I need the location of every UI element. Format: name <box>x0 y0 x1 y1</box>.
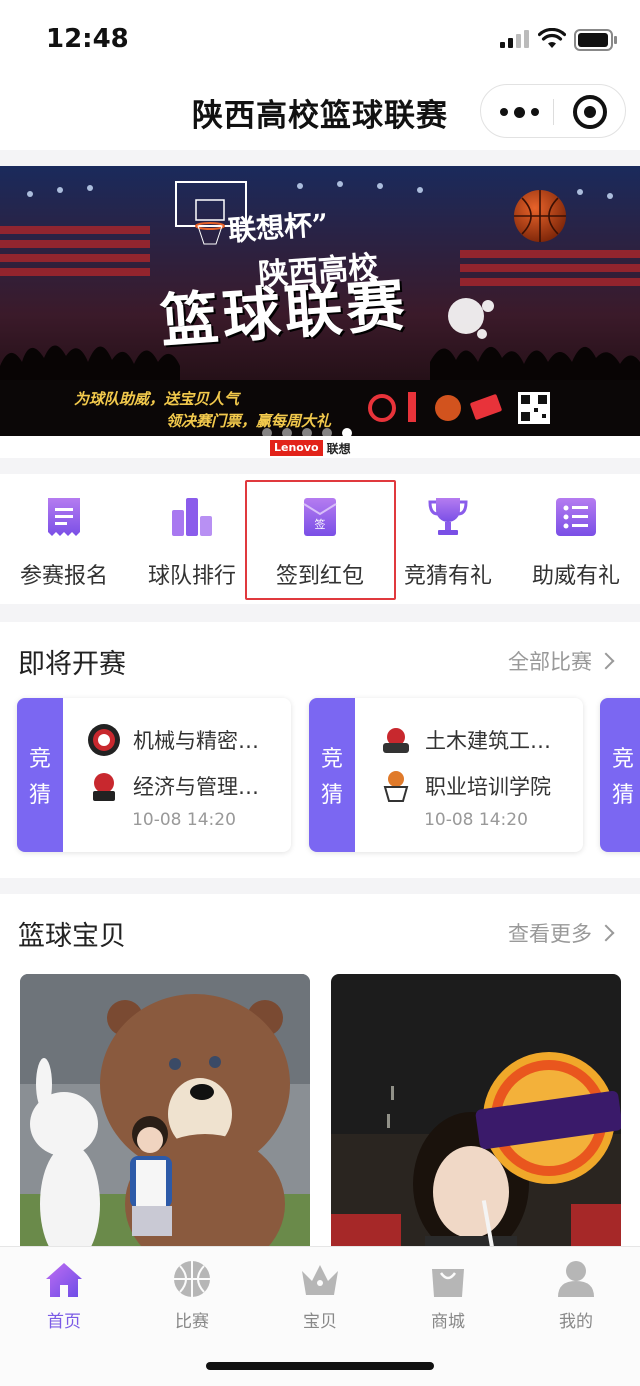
carousel-dot <box>282 428 292 438</box>
view-more-label: 查看更多 <box>508 922 592 946</box>
carousel-dot-active <box>342 428 352 438</box>
status-time: 12:48 <box>46 24 129 54</box>
signal-icon <box>500 30 529 48</box>
guess-button[interactable]: 竞 猜 <box>309 698 355 852</box>
match-card[interactable]: 竞 猜 机械与精密… 经济与管理… 10-08 14:20 <box>17 698 291 852</box>
banner-slogan-1: 为球队助威，送宝贝人气 <box>74 390 240 408</box>
trophy-icon <box>428 498 468 535</box>
all-matches-label: 全部比赛 <box>508 650 592 674</box>
menu-item-checkin-envelope[interactable]: 签 签到红包 <box>256 474 384 604</box>
ranking-icon <box>172 498 212 536</box>
menu-item-ranking[interactable]: 球队排行 <box>128 474 256 604</box>
team-row: 经济与管理… <box>87 768 287 804</box>
miniprogram-capsule <box>480 84 626 138</box>
banner-title: 篮球联赛 <box>158 270 411 356</box>
list-icon <box>556 498 596 536</box>
menu-item-cheer[interactable]: 助威有礼 <box>512 474 640 604</box>
lenovo-logo-en: Lenovo <box>270 440 323 456</box>
tab-label: 首页 <box>47 1312 81 1332</box>
tab-mine[interactable]: 我的 <box>512 1259 640 1339</box>
team-name: 职业培训学院 <box>425 775 551 799</box>
guess-char: 竞 <box>28 747 51 772</box>
babes-section: 篮球宝贝 查看更多 <box>0 894 640 1254</box>
menu-label: 助威有礼 <box>531 564 620 589</box>
menu-label: 球队排行 <box>147 564 236 589</box>
wifi-icon <box>538 28 566 48</box>
svg-text:签: 签 <box>315 517 326 531</box>
home-icon <box>46 1263 82 1297</box>
capsule-divider <box>553 99 554 125</box>
team-row: 机械与精密… <box>87 722 287 758</box>
tab-label: 比赛 <box>175 1312 209 1332</box>
chevron-right-icon <box>597 652 615 670</box>
menu-item-guess[interactable]: 竞猜有礼 <box>384 474 512 604</box>
guess-char: 猜 <box>611 783 634 808</box>
carousel-dot <box>262 428 272 438</box>
team-name: 土木建筑工… <box>425 729 551 753</box>
guess-char: 竞 <box>320 747 343 772</box>
chevron-right-icon <box>597 924 615 942</box>
team-logo-icon <box>383 728 409 753</box>
tab-label: 宝贝 <box>303 1312 337 1332</box>
guess-button[interactable]: 竞 猜 <box>17 698 63 852</box>
battery-icon <box>574 29 617 51</box>
carousel-dot <box>322 428 332 438</box>
babe-photo-card[interactable] <box>331 974 621 1254</box>
match-time: 10-08 14:20 <box>132 810 236 830</box>
guess-char: 猜 <box>320 783 343 808</box>
match-card[interactable]: 竞 猜 <box>600 698 640 852</box>
team-name: 经济与管理… <box>133 775 259 799</box>
team-logo-icon <box>88 724 120 756</box>
user-icon <box>558 1261 594 1297</box>
tab-label: 商城 <box>431 1312 465 1332</box>
nav-bar: 陕西高校篮球联赛 <box>0 76 640 150</box>
guess-char: 竞 <box>611 747 634 772</box>
babe-photo-card[interactable] <box>20 974 310 1254</box>
view-more-link[interactable]: 查看更多 <box>508 918 615 948</box>
tab-babe[interactable]: 宝贝 <box>256 1259 384 1339</box>
section-title: 即将开赛 <box>18 649 126 680</box>
banner-cup-text: 联想杯” <box>227 207 330 248</box>
lenovo-logo-cn: 联想 <box>326 441 351 456</box>
babe-photo-1 <box>20 974 310 1254</box>
babe-photo-2 <box>331 974 621 1254</box>
carousel-dot <box>302 428 312 438</box>
menu-label: 竞猜有礼 <box>403 564 492 589</box>
tab-home[interactable]: 首页 <box>0 1259 128 1339</box>
quick-menu: 参赛报名 球队排行 签 签到红包 竞猜有礼 助威有礼 <box>0 474 640 604</box>
basketball-icon <box>174 1261 210 1297</box>
team-logo-icon <box>383 771 409 802</box>
team-row: 职业培训学院 <box>379 768 579 804</box>
guess-button[interactable]: 竞 猜 <box>600 698 640 852</box>
team-name: 机械与精密… <box>133 729 259 753</box>
upcoming-section: 即将开赛 全部比赛 竞 猜 机械与精密… 经济与管理… 10-08 14:20 … <box>0 622 640 878</box>
signup-icon <box>48 498 80 536</box>
guess-char: 猜 <box>28 783 51 808</box>
close-target-icon[interactable] <box>573 95 607 129</box>
team-logo-icon <box>93 773 115 801</box>
tab-label: 我的 <box>559 1312 593 1332</box>
tab-match[interactable]: 比赛 <box>128 1259 256 1339</box>
match-time: 10-08 14:20 <box>424 810 528 830</box>
banner[interactable]: 联想杯” 陕西高校 篮球联赛 为球队助威，送宝贝人气 领决赛门票，赢每周大礼 L… <box>0 166 640 458</box>
menu-label: 签到红包 <box>275 564 364 589</box>
lenovo-logo: Lenovo 联想 <box>270 440 351 456</box>
home-indicator <box>206 1362 434 1370</box>
tab-mall[interactable]: 商城 <box>384 1259 512 1339</box>
carousel-dots <box>262 428 352 438</box>
shopping-bag-icon <box>432 1269 464 1297</box>
status-bar: 12:48 <box>0 0 640 76</box>
all-matches-link[interactable]: 全部比赛 <box>508 646 615 676</box>
section-title: 篮球宝贝 <box>18 921 126 952</box>
more-dots-icon[interactable] <box>491 97 547 127</box>
menu-label: 参赛报名 <box>19 564 108 589</box>
team-row: 土木建筑工… <box>379 722 579 758</box>
crown-icon <box>302 1265 338 1295</box>
menu-item-signup[interactable]: 参赛报名 <box>0 474 128 604</box>
red-envelope-icon: 签 <box>303 498 337 536</box>
match-card[interactable]: 竞 猜 土木建筑工… 职业培训学院 10-08 14:20 <box>309 698 583 852</box>
